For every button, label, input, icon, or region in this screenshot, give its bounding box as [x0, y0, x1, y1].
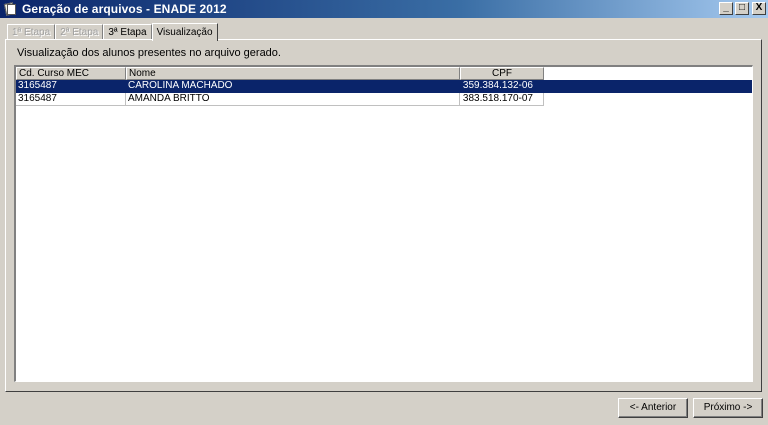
- grid-header: Cd. Curso MEC Nome CPF: [16, 67, 752, 80]
- tab-panel-visualizacao: Visualização dos alunos presentes no arq…: [5, 39, 762, 392]
- window-title: Geração de arquivos - ENADE 2012: [22, 2, 227, 16]
- column-header-cpf[interactable]: CPF: [460, 67, 544, 80]
- cell-cpf: 359.384.132-06: [460, 80, 544, 93]
- cell-name: CAROLINA MACHADO: [126, 80, 460, 93]
- tab-strip: 1ª Etapa 2ª Etapa 3ª Etapa Visualização: [7, 22, 218, 41]
- cell-code: 3165487: [16, 80, 126, 93]
- close-icon[interactable]: X: [752, 2, 766, 15]
- panel-description: Visualização dos alunos presentes no arq…: [17, 47, 281, 59]
- cell-code: 3165487: [16, 93, 126, 106]
- document-pages-icon: [3, 2, 17, 16]
- students-grid[interactable]: Cd. Curso MEC Nome CPF 3165487 CAROLINA …: [14, 65, 753, 382]
- cell-cpf: 383.518.170-07: [460, 93, 544, 106]
- tab-etapa-1[interactable]: 1ª Etapa: [7, 24, 56, 40]
- tab-visualizacao[interactable]: Visualização: [151, 23, 218, 41]
- tab-etapa-2[interactable]: 2ª Etapa: [55, 24, 104, 40]
- table-row[interactable]: 3165487 AMANDA BRITTO 383.518.170-07: [16, 93, 752, 106]
- column-header-name[interactable]: Nome: [126, 67, 460, 80]
- previous-button[interactable]: <- Anterior: [618, 398, 688, 418]
- column-header-code[interactable]: Cd. Curso MEC: [16, 67, 126, 80]
- minimize-icon[interactable]: _: [719, 2, 733, 15]
- maximize-icon[interactable]: □: [735, 2, 749, 15]
- table-row[interactable]: 3165487 CAROLINA MACHADO 359.384.132-06: [16, 80, 752, 93]
- window-title-bar[interactable]: Geração de arquivos - ENADE 2012 _ □ X: [0, 0, 768, 18]
- next-button[interactable]: Próximo ->: [693, 398, 763, 418]
- tab-etapa-3[interactable]: 3ª Etapa: [103, 24, 152, 40]
- window-controls: _ □ X: [719, 2, 766, 15]
- cell-name: AMANDA BRITTO: [126, 93, 460, 106]
